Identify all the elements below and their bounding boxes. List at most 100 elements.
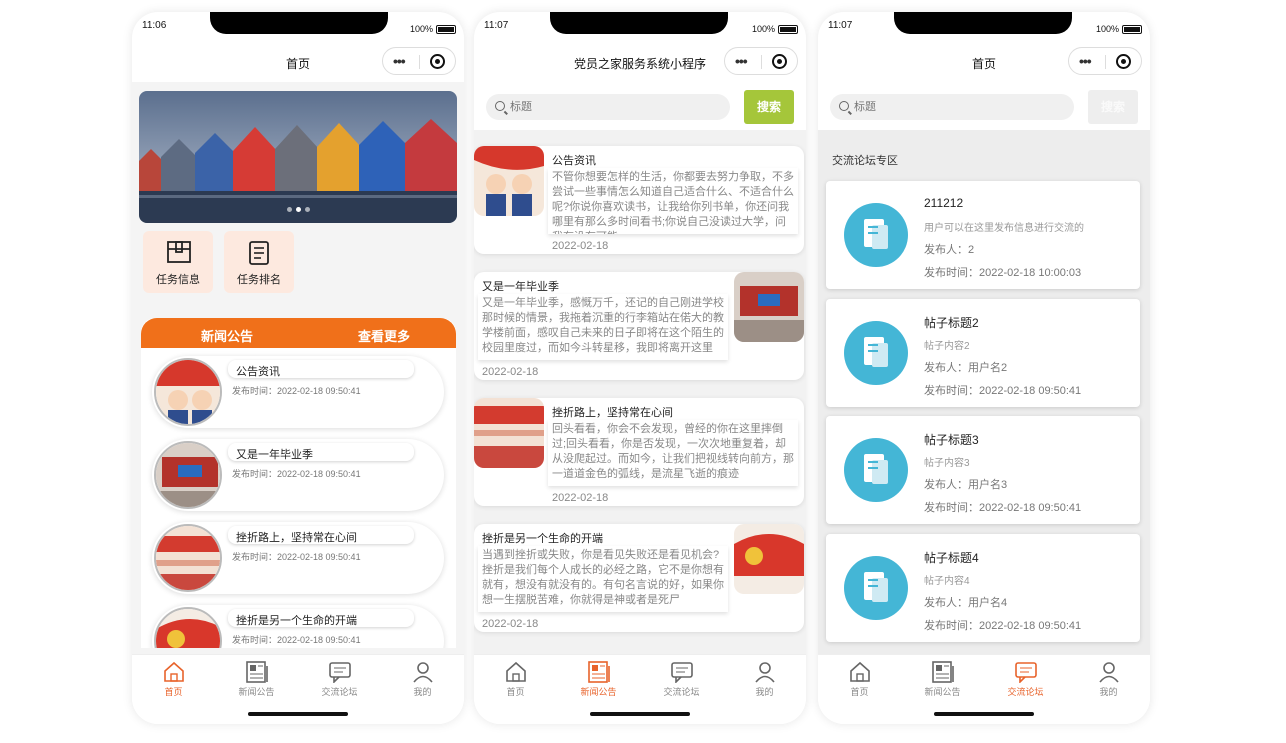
forum-post-card[interactable]: 211212 用户可以在这里发布信息进行交流的 发布人：2 发布时间：2022-…: [826, 181, 1140, 289]
mini-program-capsule: •••: [382, 47, 456, 75]
post-title: 帖子标题2: [924, 316, 979, 330]
forum-list: 交流论坛专区 211212 用户可以在这里发布信息进行交流的 发布人：2 发布时…: [818, 130, 1150, 654]
tab-home-label: 首页: [850, 687, 869, 697]
nav-bar: 首页 •••: [132, 42, 464, 82]
mini-program-capsule: •••: [1068, 47, 1142, 75]
tab-mine[interactable]: 我的: [723, 661, 806, 698]
tab-news-label: 新闻公告: [238, 687, 275, 697]
post-content: 帖子内容2: [924, 341, 970, 352]
phone-home: 11:06 100% 首页 ••• 任务信息 任务排名 新闻公告 查看更多 公告…: [132, 12, 464, 724]
status-time: 11:07: [484, 20, 509, 31]
status-battery: 100%: [1096, 24, 1142, 35]
news-item-time: 发布时间：2022-02-18 09:50:41: [232, 386, 361, 396]
article-card[interactable]: 又是一年毕业季 又是一年毕业季，感慨万千，还记的自己刚进学校那时候的情景，我拖着…: [474, 272, 804, 380]
forum-post-card[interactable]: 帖子标题3 帖子内容3 发布人：用户名3 发布时间：2022-02-18 09:…: [826, 416, 1140, 524]
tab-home-label: 首页: [506, 687, 525, 697]
tab-home[interactable]: 首页: [818, 661, 901, 698]
forum-post-card[interactable]: 帖子标题4 帖子内容4 发布人：用户名4 发布时间：2022-02-18 09:…: [826, 534, 1140, 642]
article-excerpt: 不管你想要怎样的生活，你都要去努力争取，不多尝试一些事情怎么知道自己适合什么、不…: [548, 168, 798, 234]
news-item-time: 发布时间：2022-02-18 09:50:41: [232, 552, 361, 562]
post-time: 发布时间：2022-02-18 09:50:41: [924, 502, 1082, 514]
quick-task-ranking[interactable]: 任务排名: [224, 231, 294, 293]
article-card[interactable]: 挫折是另一个生命的开端 当遇到挫折或失败，你是看见失败还是看见机会?挫折是我们每…: [474, 524, 804, 632]
search-button[interactable]: 搜索: [1088, 90, 1138, 124]
search-box[interactable]: [486, 94, 730, 120]
tab-news[interactable]: 新闻公告: [901, 661, 984, 698]
tab-news[interactable]: 新闻公告: [215, 661, 298, 698]
post-author: 发布人：用户名4: [924, 597, 1008, 609]
tab-forum[interactable]: 交流论坛: [640, 661, 723, 698]
tab-home[interactable]: 首页: [132, 661, 215, 698]
phone-forum: 11:07 100% 首页 ••• 搜索 交流论坛专区 211212 用户可以在…: [818, 12, 1150, 724]
news-item-time: 发布时间：2022-02-18 09:50:41: [232, 635, 361, 645]
post-content: 帖子内容3: [924, 458, 970, 469]
article-excerpt: 当遇到挫折或失败，你是看见失败还是看见机会?挫折是我们每个人成长的必经之路，它不…: [478, 546, 728, 612]
search-box[interactable]: [830, 94, 1074, 120]
post-content: 用户可以在这里发布信息进行交流的: [924, 223, 1084, 234]
close-target-icon[interactable]: [772, 54, 787, 69]
tab-home-label: 首页: [164, 687, 183, 697]
search-input[interactable]: [854, 94, 1054, 120]
tab-home[interactable]: 首页: [474, 661, 557, 698]
tab-news-label: 新闻公告: [580, 687, 617, 697]
news-thumbnail: [154, 358, 222, 426]
section-title: 交流论坛专区: [832, 155, 898, 167]
box-icon: [167, 241, 191, 263]
post-author: 发布人：用户名2: [924, 362, 1008, 374]
article-excerpt: 回头看看，你会不会发现，曾经的你在这里摔倒过;回头看看，你是否发现，一次次地重复…: [548, 420, 798, 486]
tab-news[interactable]: 新闻公告: [557, 661, 640, 698]
forum-icon: [328, 662, 351, 683]
search-bar: 搜索: [474, 82, 806, 130]
document-icon: [844, 438, 908, 502]
news-item[interactable]: 挫折路上，坚持常在心间 发布时间：2022-02-18 09:50:41: [152, 522, 444, 594]
post-time: 发布时间：2022-02-18 09:50:41: [924, 385, 1082, 397]
home-indicator: [934, 712, 1034, 716]
news-icon: [245, 661, 268, 683]
news-thumbnail: [154, 441, 222, 509]
post-content: 帖子内容4: [924, 576, 970, 587]
article-card[interactable]: 公告资讯 不管你想要怎样的生活，你都要去努力争取，不多尝试一些事情怎么知道自己适…: [474, 146, 804, 254]
more-icon[interactable]: •••: [735, 54, 748, 68]
news-header-title: 新闻公告: [201, 329, 254, 344]
nav-bar: 首页 •••: [818, 42, 1150, 82]
banner-carousel[interactable]: [139, 91, 457, 223]
news-item[interactable]: 又是一年毕业季 发布时间：2022-02-18 09:50:41: [152, 439, 444, 511]
home-content: 任务信息 任务排名 新闻公告 查看更多 公告资讯 发布时间：2022-02-18…: [132, 82, 464, 654]
article-title: 挫折路上，坚持常在心间: [552, 407, 673, 419]
nav-bar: 党员之家服务系统小程序 •••: [474, 42, 806, 82]
forum-post-card[interactable]: 帖子标题2 帖子内容2 发布人：用户名2 发布时间：2022-02-18 09:…: [826, 299, 1140, 407]
search-button[interactable]: 搜索: [744, 90, 794, 124]
article-thumbnail: [734, 272, 804, 342]
battery-icon: [1122, 25, 1142, 35]
user-icon: [754, 662, 775, 683]
news-item[interactable]: 挫折是另一个生命的开端 发布时间：2022-02-18 09:50:41: [152, 605, 444, 648]
article-date: 2022-02-18: [482, 366, 539, 378]
close-target-icon[interactable]: [1116, 54, 1131, 69]
more-icon[interactable]: •••: [393, 54, 406, 68]
article-card[interactable]: 挫折路上，坚持常在心间 回头看看，你会不会发现，曾经的你在这里摔倒过;回头看看，…: [474, 398, 804, 506]
news-thumbnail: [154, 607, 222, 648]
tab-mine[interactable]: 我的: [1067, 661, 1150, 698]
news-item[interactable]: 公告资讯 发布时间：2022-02-18 09:50:41: [152, 356, 444, 428]
tab-forum-label: 交流论坛: [663, 687, 700, 697]
more-icon[interactable]: •••: [1079, 54, 1092, 68]
tab-mine[interactable]: 我的: [381, 661, 464, 698]
tab-bar: 首页 新闻公告 交流论坛 我的: [474, 654, 806, 724]
article-date: 2022-02-18: [552, 240, 609, 252]
view-more-link[interactable]: 查看更多: [358, 326, 410, 345]
phone-news-list: 11:07 100% 党员之家服务系统小程序 ••• 搜索 公告资讯 不管你想要…: [474, 12, 806, 724]
search-input[interactable]: [510, 94, 710, 120]
news-item-title: 又是一年毕业季: [228, 443, 414, 461]
quick-task-info[interactable]: 任务信息: [143, 231, 213, 293]
tab-forum[interactable]: 交流论坛: [984, 661, 1067, 698]
home-icon: [163, 661, 184, 682]
post-title: 帖子标题4: [924, 551, 979, 565]
home-icon: [505, 661, 526, 682]
close-target-icon[interactable]: [430, 54, 445, 69]
post-time: 发布时间：2022-02-18 09:50:41: [924, 620, 1082, 632]
status-time: 11:06: [142, 20, 167, 31]
tab-forum[interactable]: 交流论坛: [298, 661, 381, 698]
news-thumbnail: [154, 524, 222, 592]
user-icon: [412, 662, 433, 683]
news-panel: 新闻公告 查看更多 公告资讯 发布时间：2022-02-18 09:50:41 …: [141, 318, 456, 648]
